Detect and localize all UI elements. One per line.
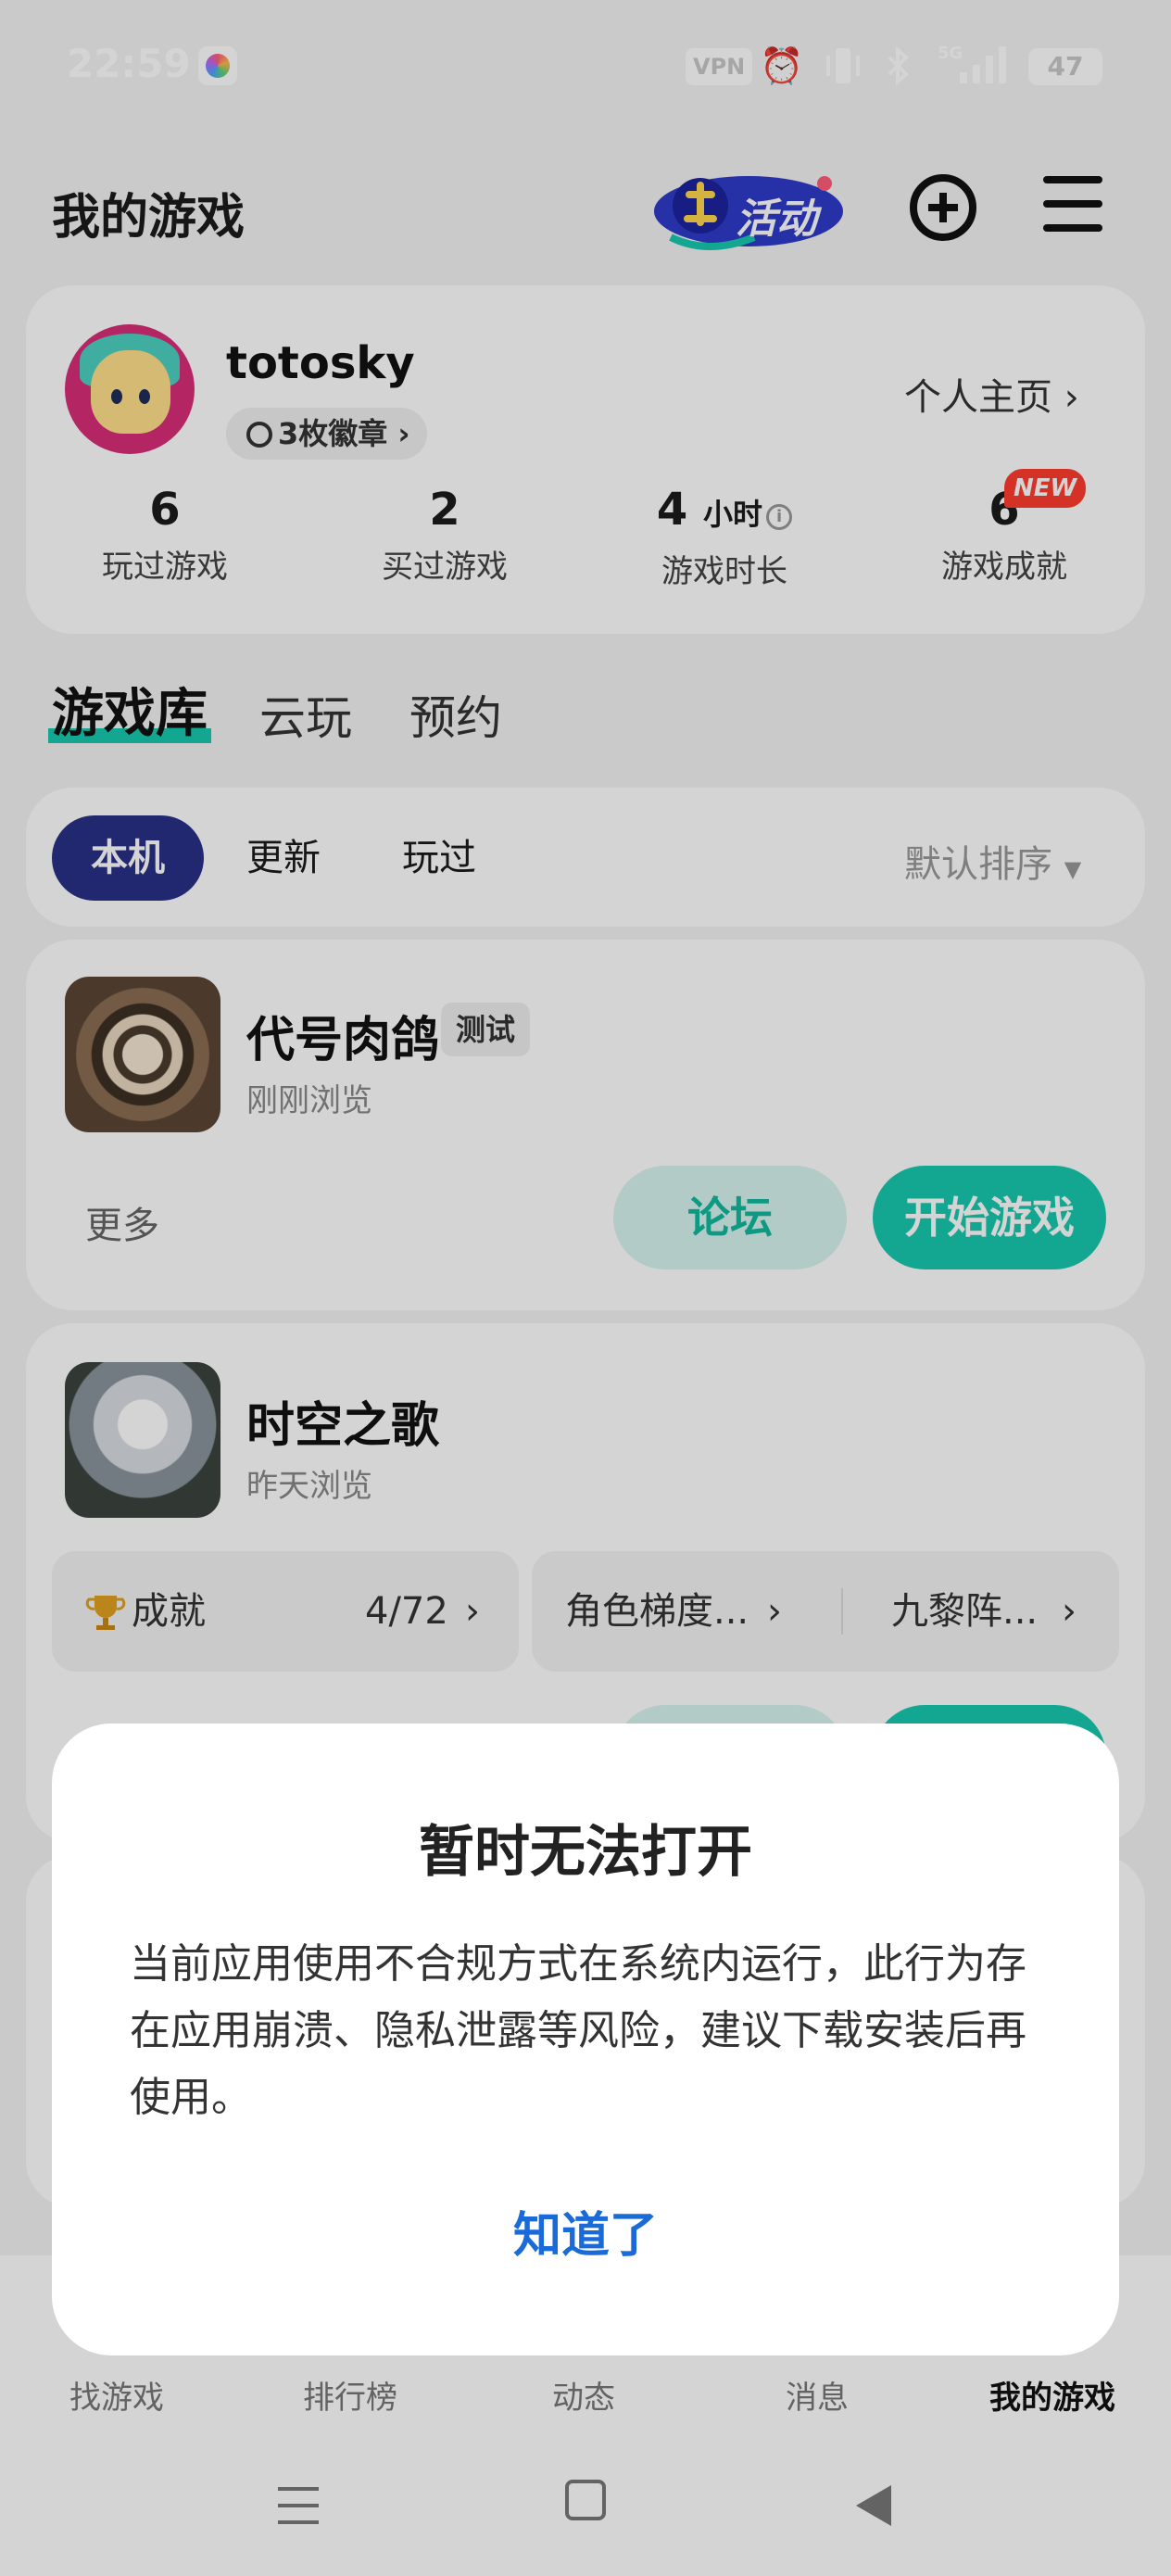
- dialog-title: 暂时无法打开: [419, 1820, 752, 1885]
- dialog-ok-button[interactable]: 知道了: [52, 2196, 1119, 2266]
- dialog-message: 当前应用使用不合规方式在系统内运行，此行为存在应用崩溃、隐私泄露等风险，建议下载…: [130, 1940, 1026, 2121]
